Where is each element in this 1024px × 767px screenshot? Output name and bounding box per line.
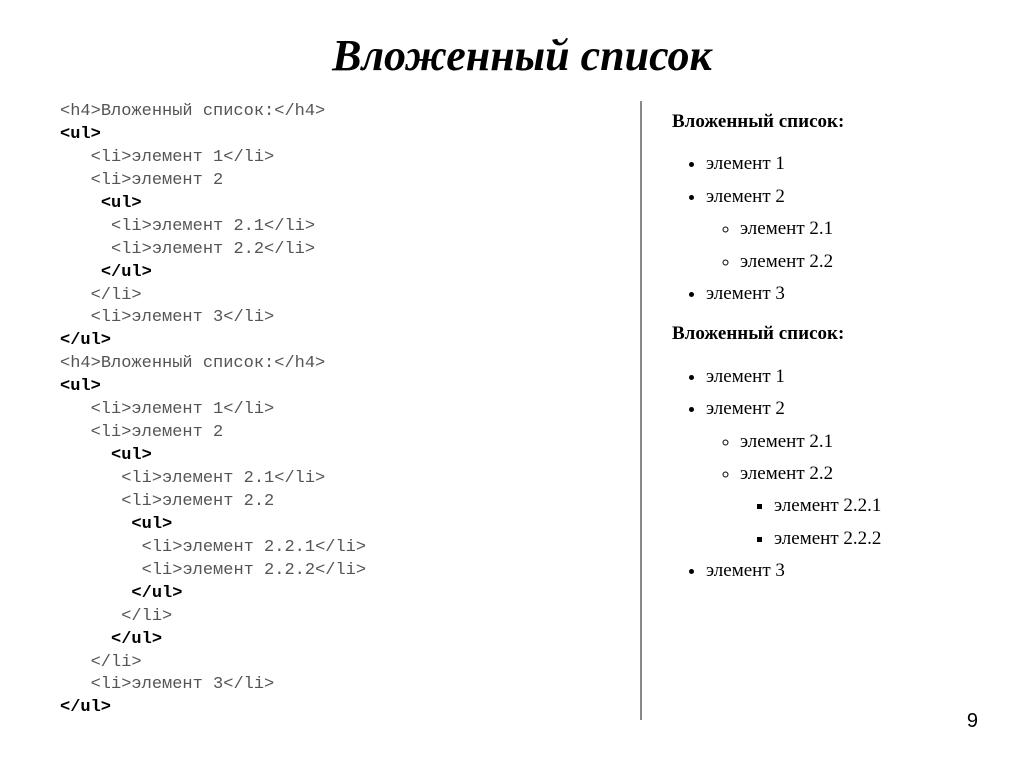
li-text: элемент 1 xyxy=(131,148,223,167)
list-item: элемент 2 элемент 2.1 элемент 2.2 xyxy=(706,182,984,277)
rendered-list-1: элемент 1 элемент 2 элемент 2.1 элемент … xyxy=(672,149,984,309)
tag-li-close: </li> xyxy=(223,308,274,327)
tag-li-open: <li> xyxy=(91,171,132,190)
li-text: элемент 2.1 xyxy=(152,217,264,236)
tag-ul-open: <ul> xyxy=(60,377,101,396)
li-text: элемент 2 xyxy=(131,171,223,190)
h4-text: Вложенный список: xyxy=(101,354,274,373)
tag-ul-close: </ul> xyxy=(101,263,152,282)
list-item-label: элемент 2.2 xyxy=(740,463,833,484)
li-text: элемент 3 xyxy=(131,308,223,327)
tag-li-open: <li> xyxy=(91,423,132,442)
tag-ul-close: </ul> xyxy=(60,698,111,717)
tag-li-close: </li> xyxy=(91,653,142,672)
li-text: элемент 2.2.1 xyxy=(182,538,315,557)
rendered-list-2: элемент 1 элемент 2 элемент 2.1 элемент … xyxy=(672,362,984,587)
li-text: элемент 2.2.2 xyxy=(182,561,315,580)
tag-ul-close: </ul> xyxy=(131,584,182,603)
tag-li-open: <li> xyxy=(111,240,152,259)
li-text: элемент 2 xyxy=(131,423,223,442)
nested-list: элемент 2.1 элемент 2.2 элемент 2.2.1 эл… xyxy=(706,427,984,555)
tag-li-close: </li> xyxy=(315,561,366,580)
tag-ul-open: <ul> xyxy=(60,125,101,144)
tag-ul-open: <ul> xyxy=(111,446,152,465)
list-item: элемент 1 xyxy=(706,149,984,179)
tag-li-close: </li> xyxy=(274,469,325,488)
render-column: Вложенный список: элемент 1 элемент 2 эл… xyxy=(652,101,984,720)
tag-li-open: <li> xyxy=(111,217,152,236)
tag-li-open: <li> xyxy=(91,400,132,419)
tag-li-close: </li> xyxy=(315,538,366,557)
tag-h4-open: <h4> xyxy=(60,102,101,121)
li-text: элемент 2.1 xyxy=(162,469,274,488)
list-item: элемент 3 xyxy=(706,279,984,309)
list-item: элемент 2.2.1 xyxy=(774,491,984,521)
tag-li-close: </li> xyxy=(121,607,172,626)
tag-ul-open: <ul> xyxy=(131,515,172,534)
tag-h4-close: </h4> xyxy=(274,354,325,373)
tag-ul-open: <ul> xyxy=(101,194,142,213)
tag-li-open: <li> xyxy=(91,148,132,167)
tag-h4-close: </h4> xyxy=(274,102,325,121)
li-text: элемент 1 xyxy=(131,400,223,419)
tag-li-open: <li> xyxy=(142,538,183,557)
li-text: элемент 2.2 xyxy=(152,240,264,259)
tag-li-open: <li> xyxy=(91,308,132,327)
tag-li-open: <li> xyxy=(142,561,183,580)
tag-li-close: </li> xyxy=(264,240,315,259)
slide-title: Вложенный список xyxy=(60,30,984,81)
code-column: <h4>Вложенный список:</h4> <ul> <li>элем… xyxy=(60,101,630,720)
tag-ul-close: </ul> xyxy=(111,630,162,649)
list-item: элемент 1 xyxy=(706,362,984,392)
code-block: <h4>Вложенный список:</h4> <ul> <li>элем… xyxy=(60,101,610,720)
tag-ul-close: </ul> xyxy=(60,331,111,350)
tag-li-open: <li> xyxy=(121,492,162,511)
list-item: элемент 2.1 xyxy=(740,214,984,244)
list-item: элемент 2.1 xyxy=(740,427,984,457)
list-item: элемент 2 элемент 2.1 элемент 2.2 элемен… xyxy=(706,394,984,554)
page-number: 9 xyxy=(967,710,978,733)
list-item-label: элемент 2 xyxy=(706,186,785,207)
tag-li-close: </li> xyxy=(91,286,142,305)
tag-li-open: <li> xyxy=(121,469,162,488)
rendered-heading: Вложенный список: xyxy=(672,319,984,349)
tag-li-close: </li> xyxy=(223,400,274,419)
list-item: элемент 3 xyxy=(706,556,984,586)
tag-li-close: </li> xyxy=(223,675,274,694)
column-divider xyxy=(640,101,642,720)
tag-li-close: </li> xyxy=(223,148,274,167)
list-item-label: элемент 2 xyxy=(706,398,785,419)
li-text: элемент 3 xyxy=(131,675,223,694)
list-item: элемент 2.2 элемент 2.2.1 элемент 2.2.2 xyxy=(740,459,984,554)
rendered-heading: Вложенный список: xyxy=(672,107,984,137)
tag-h4-open: <h4> xyxy=(60,354,101,373)
slide: Вложенный список <h4>Вложенный список:</… xyxy=(0,0,1024,767)
li-text: элемент 2.2 xyxy=(162,492,274,511)
content-columns: <h4>Вложенный список:</h4> <ul> <li>элем… xyxy=(60,101,984,720)
h4-text: Вложенный список: xyxy=(101,102,274,121)
nested-list: элемент 2.2.1 элемент 2.2.2 xyxy=(740,491,984,554)
tag-li-open: <li> xyxy=(91,675,132,694)
list-item: элемент 2.2 xyxy=(740,247,984,277)
tag-li-close: </li> xyxy=(264,217,315,236)
list-item: элемент 2.2.2 xyxy=(774,524,984,554)
nested-list: элемент 2.1 элемент 2.2 xyxy=(706,214,984,277)
